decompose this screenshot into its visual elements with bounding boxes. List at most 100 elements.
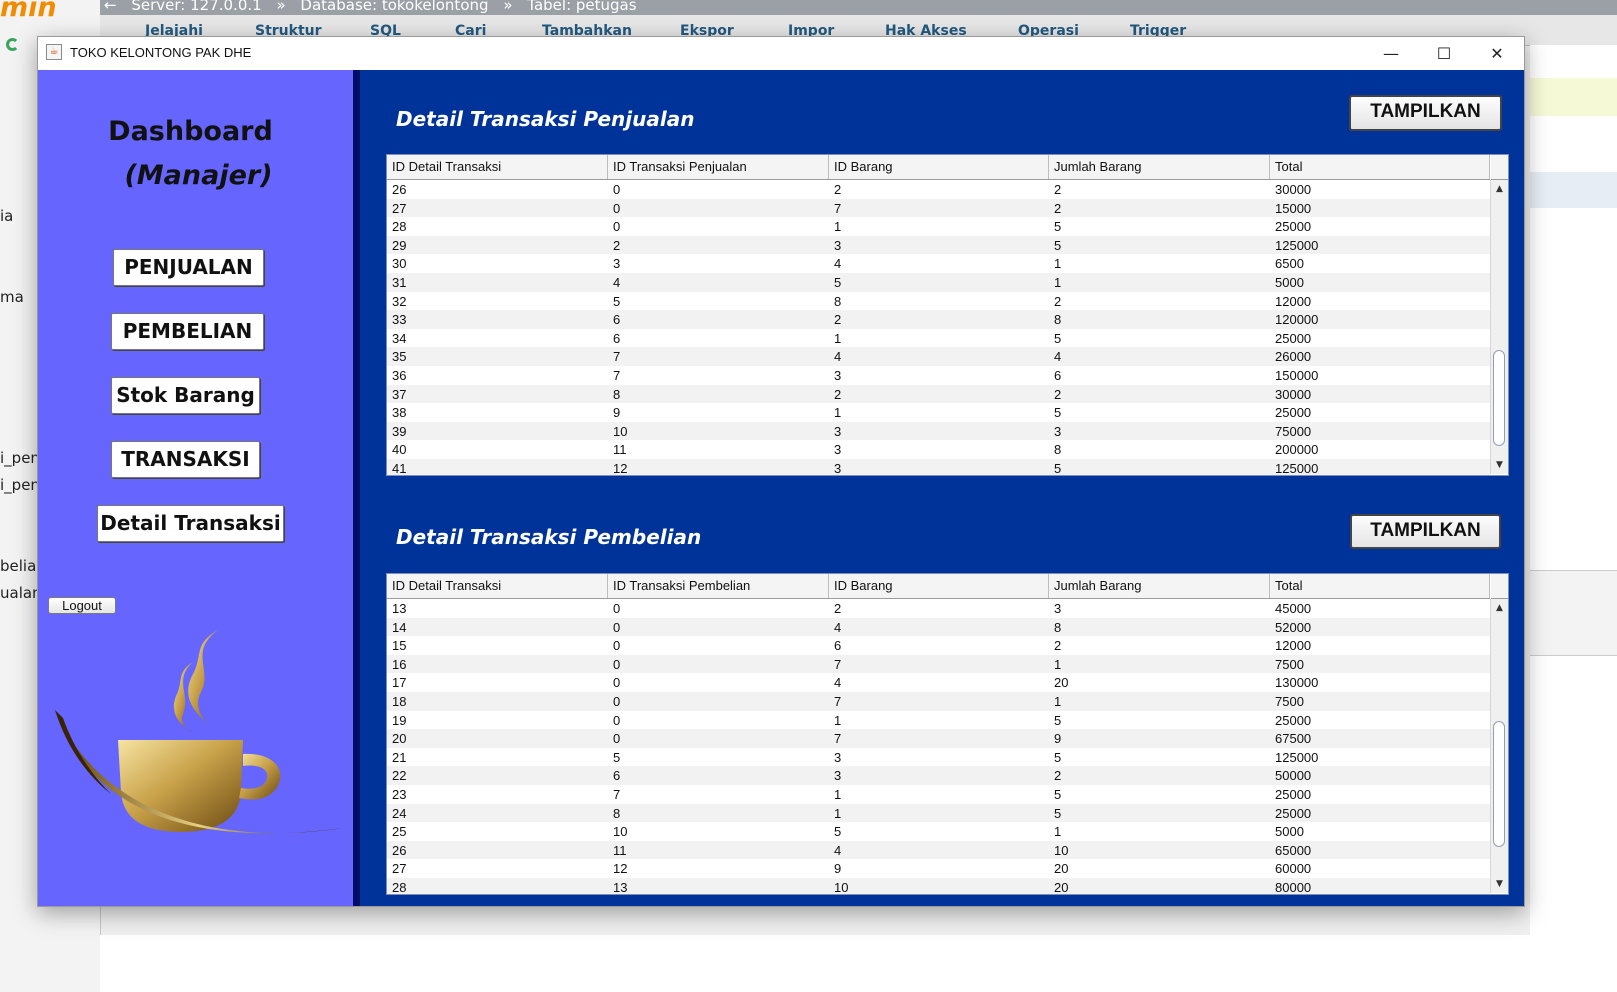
table-cell[interactable]: 30000: [1270, 180, 1311, 199]
table-cell[interactable]: 3: [829, 236, 841, 255]
column-header[interactable]: ID Transaksi Penjualan: [608, 155, 829, 179]
table-cell[interactable]: 5: [1049, 748, 1061, 767]
table-cell[interactable]: 52000: [1270, 618, 1311, 637]
table-cell[interactable]: 150000: [1270, 366, 1318, 385]
table-row[interactable]: 21 5 3 5 125000: [387, 748, 1490, 767]
table-cell[interactable]: 5: [1049, 236, 1061, 255]
table-row[interactable]: 26 11 4 10 65000: [387, 840, 1490, 860]
table-cell[interactable]: 34: [387, 329, 406, 348]
table-cell[interactable]: 4: [608, 273, 620, 292]
breadcrumb-database[interactable]: Database: tokokelontong: [300, 0, 488, 14]
table-row[interactable]: 14 0 4 8 52000: [387, 617, 1490, 637]
table-cell[interactable]: 5000: [1270, 273, 1304, 292]
table-cell[interactable]: 8: [608, 385, 620, 404]
column-header[interactable]: Total: [1270, 155, 1490, 179]
background-nav-text[interactable]: ualan: [0, 584, 42, 602]
table-cell[interactable]: 130000: [1270, 673, 1318, 692]
detail-transaksi-button[interactable]: Detail Transaksi: [97, 505, 284, 542]
close-button[interactable]: ✕: [1470, 37, 1524, 70]
table-cell[interactable]: 12: [608, 459, 627, 475]
table-cell[interactable]: 1: [829, 403, 841, 422]
table-cell[interactable]: 28: [387, 217, 406, 236]
table-cell[interactable]: 75000: [1270, 422, 1311, 441]
stok-barang-button[interactable]: Stok Barang: [111, 377, 260, 414]
table-cell[interactable]: 5: [1049, 329, 1061, 348]
table-row[interactable]: 18 0 7 1 7500: [387, 691, 1490, 711]
table-cell[interactable]: 12000: [1270, 636, 1311, 655]
table-row[interactable]: 41 12 3 5 125000: [387, 458, 1490, 475]
table-cell[interactable]: 3: [829, 422, 841, 441]
table-cell[interactable]: 27: [387, 859, 406, 878]
table-cell[interactable]: 30000: [1270, 385, 1311, 404]
column-header[interactable]: Total: [1270, 574, 1490, 598]
table-cell[interactable]: 0: [608, 199, 620, 218]
scroll-down-icon[interactable]: ▼: [1491, 458, 1508, 472]
table-row[interactable]: 27 12 9 20 60000: [387, 859, 1490, 878]
background-nav-text[interactable]: ia: [0, 207, 13, 225]
table-cell[interactable]: 14: [387, 618, 406, 637]
table-cell[interactable]: 25000: [1270, 217, 1311, 236]
table-cell[interactable]: 15: [387, 636, 406, 655]
table-cell[interactable]: 120000: [1270, 310, 1318, 329]
table-cell[interactable]: 3: [608, 254, 620, 273]
table-cell[interactable]: 0: [608, 618, 620, 637]
pembelian-button[interactable]: PEMBELIAN: [111, 313, 264, 350]
table-cell[interactable]: 4: [829, 618, 841, 637]
table-cell[interactable]: 2: [608, 236, 620, 255]
table-cell[interactable]: 8: [1049, 440, 1061, 459]
table-cell[interactable]: 125000: [1270, 459, 1318, 475]
table-row[interactable]: 29 2 3 5 125000: [387, 235, 1490, 255]
table-cell[interactable]: 4: [1049, 347, 1061, 366]
maximize-button[interactable]: ☐: [1417, 37, 1471, 70]
table-cell[interactable]: 15000: [1270, 199, 1311, 218]
table-cell[interactable]: 6: [608, 766, 620, 785]
table-cell[interactable]: 19: [387, 711, 406, 730]
penjualan-button[interactable]: PENJUALAN: [113, 249, 264, 286]
table-cell[interactable]: 7500: [1270, 655, 1304, 674]
table-cell[interactable]: 0: [608, 636, 620, 655]
table-cell[interactable]: 4: [829, 673, 841, 692]
table-cell[interactable]: 60000: [1270, 859, 1311, 878]
scroll-up-icon[interactable]: ▲: [1491, 601, 1508, 615]
table-cell[interactable]: 10: [608, 422, 627, 441]
column-header[interactable]: Jumlah Barang: [1049, 155, 1270, 179]
table-cell[interactable]: 4: [829, 841, 841, 860]
background-nav-text[interactable]: i_pen: [0, 476, 40, 494]
table-cell[interactable]: 26: [387, 841, 406, 860]
scroll-thumb[interactable]: [1493, 350, 1505, 446]
table-cell[interactable]: 7: [608, 366, 620, 385]
table-cell[interactable]: 29: [387, 236, 406, 255]
table-cell[interactable]: 18: [387, 692, 406, 711]
table-row[interactable]: 28 13 10 20 80000: [387, 877, 1490, 894]
tampilkan-pembelian-button[interactable]: TAMPILKAN: [1350, 514, 1501, 549]
table-cell[interactable]: 7500: [1270, 692, 1304, 711]
table-row[interactable]: 36 7 3 6 150000: [387, 366, 1490, 385]
table-cell[interactable]: 25000: [1270, 403, 1311, 422]
table-cell[interactable]: 10: [829, 878, 848, 894]
table-cell[interactable]: 1: [1049, 692, 1061, 711]
table-cell[interactable]: 7: [829, 199, 841, 218]
table-cell[interactable]: 2: [829, 180, 841, 199]
table-row[interactable]: 31 4 5 1 5000: [387, 272, 1490, 292]
table-cell[interactable]: 3: [829, 459, 841, 475]
table-cell[interactable]: 12: [608, 859, 627, 878]
table-cell[interactable]: 3: [829, 366, 841, 385]
table-cell[interactable]: 0: [608, 217, 620, 236]
table-cell[interactable]: 0: [608, 711, 620, 730]
table-cell[interactable]: 27: [387, 199, 406, 218]
table-cell[interactable]: 5: [608, 292, 620, 311]
table-cell[interactable]: 33: [387, 310, 406, 329]
table-cell[interactable]: 200000: [1270, 440, 1318, 459]
table-cell[interactable]: 0: [608, 729, 620, 748]
table-cell[interactable]: 25: [387, 822, 406, 841]
table-row[interactable]: 25 10 5 1 5000: [387, 822, 1490, 841]
table-cell[interactable]: 10: [1049, 841, 1068, 860]
table-cell[interactable]: 8: [608, 804, 620, 823]
table-row[interactable]: 22 6 3 2 50000: [387, 766, 1490, 785]
table-cell[interactable]: 8: [1049, 618, 1061, 637]
table-cell[interactable]: 5: [1049, 785, 1061, 804]
column-header[interactable]: ID Barang: [829, 155, 1049, 179]
table-row[interactable]: 30 3 4 1 6500: [387, 254, 1490, 273]
table-cell[interactable]: 3: [829, 748, 841, 767]
table-cell[interactable]: 5: [1049, 459, 1061, 475]
